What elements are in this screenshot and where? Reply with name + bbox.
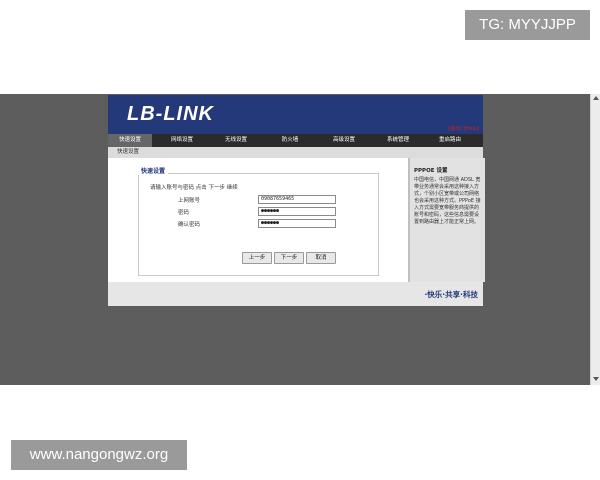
username-label: 上网账号 — [178, 198, 201, 204]
help-title: PPPOE 设置 — [414, 168, 448, 174]
cancel-button[interactable]: 取消 — [306, 252, 336, 264]
brand-logo: LB-LINK — [127, 103, 214, 125]
watermark-top: TG: MYYJJPP — [465, 10, 590, 40]
footer: ·快乐·共享·科技 — [108, 282, 483, 306]
tab-quick-setup[interactable]: 快速设置 — [108, 134, 152, 147]
help-panel: PPPOE 设置 中国电信，中国网通 ADSL 宽带业务通常会采用这种接入方式，… — [408, 158, 485, 282]
tab-advanced[interactable]: 高级设置 — [322, 134, 366, 147]
next-button[interactable]: 下一步 — [274, 252, 304, 264]
subnav-item-quick-setup[interactable]: 快速设置 — [117, 147, 139, 158]
scroll-down-arrow-icon[interactable] — [593, 377, 599, 381]
tab-system[interactable]: 系统管理 — [376, 134, 420, 147]
username-input[interactable]: 09087659465 — [258, 195, 336, 204]
confirm-password-label: 确认密码 — [178, 222, 201, 228]
password-input[interactable]: ●●●●●● — [258, 207, 336, 216]
tab-network[interactable]: 网络设置 — [160, 134, 204, 147]
header-banner: LB-LINK [退出] [Help] — [108, 95, 483, 134]
sub-nav: 快速设置 — [108, 147, 483, 158]
help-text: 中国电信，中国网通 ADSL 宽带业务通常会采用这种接入方式，个别小区宽带或公司… — [414, 177, 481, 225]
footer-slogan: ·快乐·共享·科技 — [424, 290, 478, 299]
watermark-bottom: www.nangongwz.org — [11, 440, 187, 470]
main-content: 快速设置 请输入账号与密码 点击 下一步 继续 上网账号 09087659465… — [108, 158, 408, 282]
confirm-password-input[interactable]: ●●●●●● — [258, 219, 336, 228]
password-label: 密码 — [178, 210, 190, 216]
wizard-instruction: 请输入账号与密码 点击 下一步 继续 — [150, 185, 238, 191]
main-nav: 快速设置 网络设置 无线设置 防火墙 高级设置 系统管理 重启路由 — [108, 134, 483, 147]
header-links[interactable]: [退出] [Help] — [448, 125, 479, 132]
scroll-up-arrow-icon[interactable] — [593, 96, 599, 100]
tab-reboot[interactable]: 重启路由 — [428, 134, 472, 147]
tab-wireless[interactable]: 无线设置 — [214, 134, 258, 147]
vertical-scrollbar[interactable] — [590, 94, 600, 385]
router-admin-page: LB-LINK [退出] [Help] 快速设置 网络设置 无线设置 防火墙 高… — [108, 95, 485, 306]
prev-button[interactable]: 上一步 — [242, 252, 272, 264]
tab-firewall[interactable]: 防火墙 — [268, 134, 312, 147]
wizard-legend: 快速设置 — [138, 166, 169, 175]
